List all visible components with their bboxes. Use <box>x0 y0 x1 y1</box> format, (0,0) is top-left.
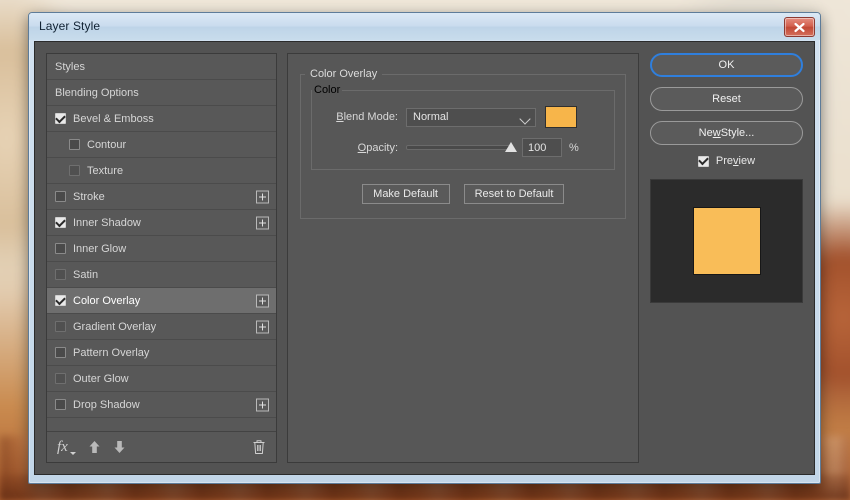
effect-checkbox[interactable] <box>55 321 66 332</box>
add-effect-instance-button[interactable] <box>256 216 269 229</box>
effect-row-bevel-emboss[interactable]: Bevel & Emboss <box>47 106 276 132</box>
preview-thumbnail <box>650 179 803 303</box>
effect-label: Inner Glow <box>73 242 127 255</box>
color-subgroup-title: Color <box>314 84 341 96</box>
blend-mode-row: Blend Mode: Normal <box>312 106 614 128</box>
opacity-label: Opacity: <box>357 141 398 154</box>
preview-toggle[interactable]: Preview <box>650 155 803 167</box>
effect-row-texture[interactable]: Texture <box>47 158 276 184</box>
opacity-slider-track <box>406 145 511 150</box>
dialog-actions-column: OK Reset Ne w Style... Preview <box>650 53 803 303</box>
opacity-unit: % <box>569 141 579 154</box>
effect-label: Styles <box>55 60 85 73</box>
opacity-row: Opacity: 100 % <box>312 138 614 157</box>
effect-checkbox[interactable] <box>55 217 66 228</box>
reset-button[interactable]: Reset <box>650 87 803 111</box>
color-swatch[interactable] <box>545 106 577 128</box>
effects-list[interactable]: Styles Blending Options Bevel & Emboss Cont… <box>47 54 276 431</box>
effect-label: Texture <box>87 164 124 177</box>
effect-row-pattern-overlay[interactable]: Pattern Overlay <box>47 340 276 366</box>
layer-style-dialog: Layer Style Styles Blending Options Bevel … <box>28 12 821 484</box>
effect-checkbox[interactable] <box>55 399 66 410</box>
fx-icon[interactable]: fx <box>57 439 68 455</box>
arrow-up-icon[interactable] <box>88 440 101 454</box>
effect-label: Satin <box>73 268 99 281</box>
effect-checkbox[interactable] <box>55 347 66 358</box>
new-style-button[interactable]: Ne w Style... <box>650 121 803 145</box>
effect-checkbox[interactable] <box>55 269 66 280</box>
effect-label: Contour <box>87 138 127 151</box>
preview-label: Preview <box>715 155 756 167</box>
add-effect-instance-button[interactable] <box>256 320 269 333</box>
preview-swatch <box>693 208 760 274</box>
effect-row-styles[interactable]: Styles <box>47 54 276 80</box>
effect-row-inner-glow[interactable]: Inner Glow <box>47 236 276 262</box>
effect-checkbox[interactable] <box>55 113 66 124</box>
effect-checkbox[interactable] <box>55 243 66 254</box>
reset-to-default-button[interactable]: Reset to Default <box>463 184 565 204</box>
close-button[interactable] <box>784 17 815 37</box>
effect-checkbox[interactable] <box>55 295 66 306</box>
fx-dropdown-caret-icon[interactable] <box>69 452 76 455</box>
opacity-slider-thumb[interactable] <box>505 142 517 152</box>
trash-icon[interactable] <box>252 439 266 455</box>
effect-label: Gradient Overlay <box>73 320 157 333</box>
dialog-titlebar[interactable]: Layer Style <box>29 13 820 40</box>
opacity-slider[interactable] <box>406 138 517 157</box>
effect-checkbox[interactable] <box>69 165 80 176</box>
close-icon <box>794 22 805 32</box>
effect-label: Bevel & Emboss <box>73 112 154 125</box>
effects-list-panel: Styles Blending Options Bevel & Emboss Cont… <box>46 53 277 463</box>
add-effect-instance-button[interactable] <box>256 294 269 307</box>
color-overlay-group-title: Color Overlay <box>310 68 378 80</box>
blend-mode-value: Normal <box>413 111 449 123</box>
blend-mode-label: Blend Mode: <box>336 111 398 123</box>
blend-mode-select[interactable]: Normal <box>406 107 536 127</box>
effect-label: Blending Options <box>55 86 139 99</box>
dialog-title: Layer Style <box>39 19 101 33</box>
effect-label: Pattern Overlay <box>73 346 150 359</box>
add-effect-instance-button[interactable] <box>256 190 269 203</box>
effect-row-color-overlay[interactable]: Color Overlay <box>47 288 276 314</box>
effect-label: Drop Shadow <box>73 398 140 411</box>
arrow-down-icon[interactable] <box>113 440 126 454</box>
effect-row-inner-shadow[interactable]: Inner Shadow <box>47 210 276 236</box>
effect-row-blending-options[interactable]: Blending Options <box>47 80 276 106</box>
color-subgroup: Color Blend Mode: Normal Opacity: 100 % <box>311 84 615 170</box>
color-overlay-group: Color Overlay Color Blend Mode: Normal O… <box>300 68 626 219</box>
effect-row-drop-shadow[interactable]: Drop Shadow <box>47 392 276 418</box>
preview-checkbox[interactable] <box>697 155 709 167</box>
effect-row-satin[interactable]: Satin <box>47 262 276 288</box>
add-effect-instance-button[interactable] <box>256 398 269 411</box>
effect-label: Color Overlay <box>73 294 141 307</box>
ok-button[interactable]: OK <box>650 53 803 77</box>
effect-checkbox[interactable] <box>55 191 66 202</box>
effect-label: Inner Shadow <box>73 216 141 229</box>
effect-row-stroke[interactable]: Stroke <box>47 184 276 210</box>
make-default-button[interactable]: Make Default <box>361 184 450 204</box>
effect-row-outer-glow[interactable]: Outer Glow <box>47 366 276 392</box>
effect-checkbox[interactable] <box>69 139 80 150</box>
effect-row-gradient-overlay[interactable]: Gradient Overlay <box>47 314 276 340</box>
opacity-input[interactable]: 100 <box>522 138 562 157</box>
dialog-body: Styles Blending Options Bevel & Emboss Cont… <box>34 41 815 475</box>
effects-list-footer: fx <box>47 431 276 462</box>
default-buttons-row: Make Default Reset to Default <box>301 184 625 204</box>
effect-checkbox[interactable] <box>55 373 66 384</box>
color-overlay-options-panel: Color Overlay Color Blend Mode: Normal O… <box>287 53 639 463</box>
chevron-down-icon <box>519 112 531 125</box>
effect-row-contour[interactable]: Contour <box>47 132 276 158</box>
effect-label: Stroke <box>73 190 105 203</box>
effect-label: Outer Glow <box>73 372 129 385</box>
